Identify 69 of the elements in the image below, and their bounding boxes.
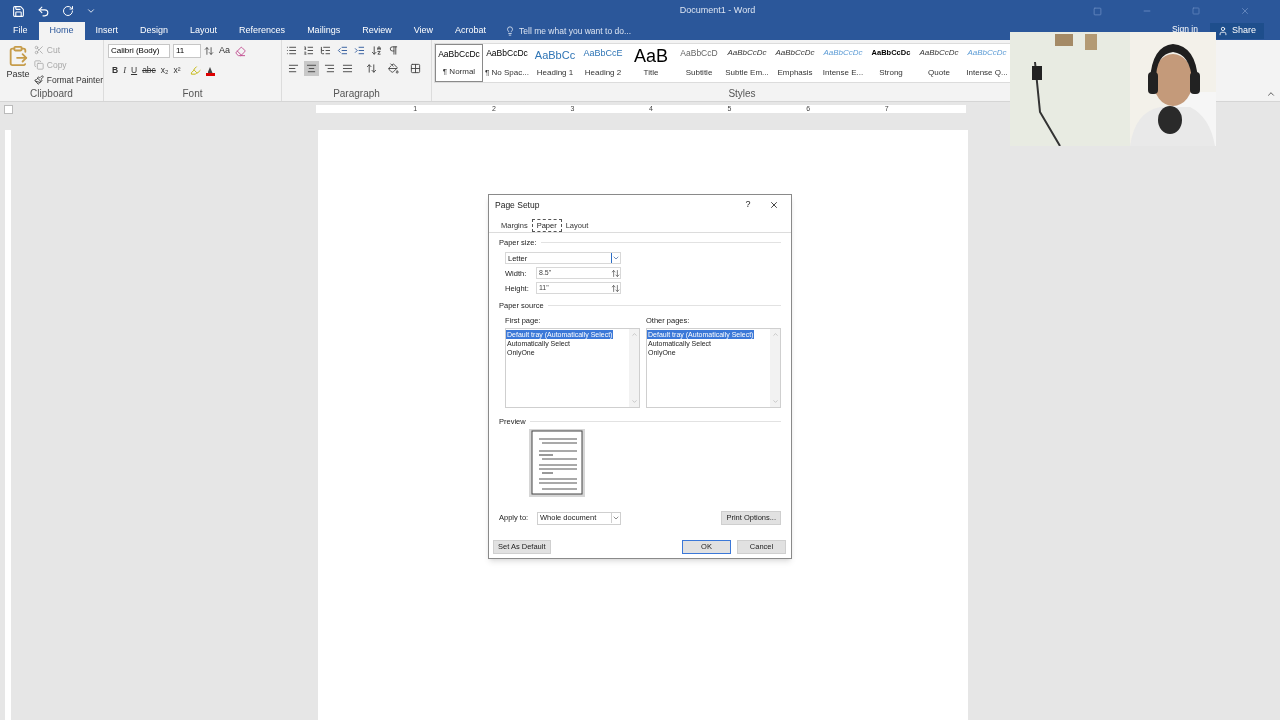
ribbon-tab[interactable]: Review [351,22,403,40]
tell-me-field[interactable]: Tell me what you want to do... [505,22,670,40]
pilcrow-icon[interactable] [388,45,399,56]
clear-formatting-icon[interactable] [235,45,246,57]
style-item[interactable]: AaBbCcDc Subtle Em... [723,44,771,82]
ribbon-tab[interactable]: Acrobat [444,22,498,40]
font-size-icon[interactable] [204,46,214,56]
collapse-icon[interactable] [1266,89,1276,99]
font-size-field[interactable]: 11 [173,44,201,58]
customize-icon[interactable] [86,6,96,16]
numbering-icon[interactable] [303,45,314,56]
ribbon-tab[interactable]: Layout [179,22,229,40]
ribbon-tab[interactable]: References [228,22,297,40]
style-item[interactable]: AaBbCcDc ¶ No Spac... [483,44,531,82]
style-item[interactable]: AaBbCcE Heading 2 [579,44,627,82]
dropdown-icon[interactable] [611,253,620,264]
window-title: Document1 - Word [679,4,756,18]
format-button[interactable]: x₂ [160,64,169,77]
format-button[interactable]: abc [142,64,156,77]
font-name-field[interactable]: Calibri (Body) [108,44,170,58]
redo-icon[interactable] [62,5,74,17]
spinner-icon[interactable] [611,268,620,278]
ribbon-tab[interactable]: File [2,22,39,40]
sort-icon[interactable] [371,45,382,56]
change-case-button[interactable]: Aa [217,44,232,58]
copy-icon [33,60,44,70]
ribbon-tab[interactable]: Mailings [296,22,352,40]
line-spacing-icon[interactable] [366,63,377,74]
paste-button[interactable]: Paste [6,44,30,86]
group-label: Paragraph [332,87,381,101]
style-item[interactable]: AaBbCcDc Quote [915,44,963,82]
style-item[interactable]: AaB Title [627,44,675,82]
clipboard-button[interactable]: Format Painter [33,74,103,86]
share-button[interactable]: Share [1209,23,1264,39]
ribbon-tab[interactable]: View [402,22,444,40]
scissors-icon [33,45,44,55]
close-icon[interactable] [769,200,779,210]
shading-icon[interactable] [388,63,399,74]
ribbon-tab[interactable]: Home [38,22,85,40]
style-item[interactable]: AaBbCcDc ¶ Normal [435,44,483,82]
spinner-icon[interactable] [611,283,620,293]
person-icon [1217,26,1228,36]
page-preview-drawing [529,429,585,497]
multilevel-list-icon[interactable] [320,45,331,56]
align-button[interactable] [304,61,319,76]
format-button[interactable]: U [131,64,138,77]
ribbon-tab[interactable]: Design [129,22,180,40]
borders-icon[interactable] [410,63,421,74]
style-item[interactable]: AaBbCcDc Intense Q... [963,44,1011,82]
undo-icon[interactable] [37,4,50,18]
bullets-icon[interactable] [286,45,297,56]
format-button[interactable]: x² [173,64,181,77]
format-button[interactable]: B [112,64,119,77]
style-item[interactable]: AaBbCcDc Emphasis [771,44,819,82]
dialog-title: Page Setup [495,198,541,212]
increase-indent-icon[interactable] [354,45,365,56]
style-item[interactable]: AaBbCcD Subtitle [675,44,723,82]
group-label: Styles [727,87,757,101]
style-item[interactable]: AaBbCcDc Intense E... [819,44,867,82]
lightbulb-icon [505,26,516,36]
save-icon[interactable] [12,4,25,18]
help-button[interactable]: ? [741,198,755,212]
style-item[interactable]: AaBbCc Heading 1 [531,44,579,82]
group-label: Clipboard [29,87,74,101]
ribbon-tab[interactable]: Insert [84,22,130,40]
group-label: Font [181,87,204,101]
format-button[interactable]: I [123,64,126,77]
decrease-indent-icon[interactable] [337,45,348,56]
brush-icon [33,75,44,85]
